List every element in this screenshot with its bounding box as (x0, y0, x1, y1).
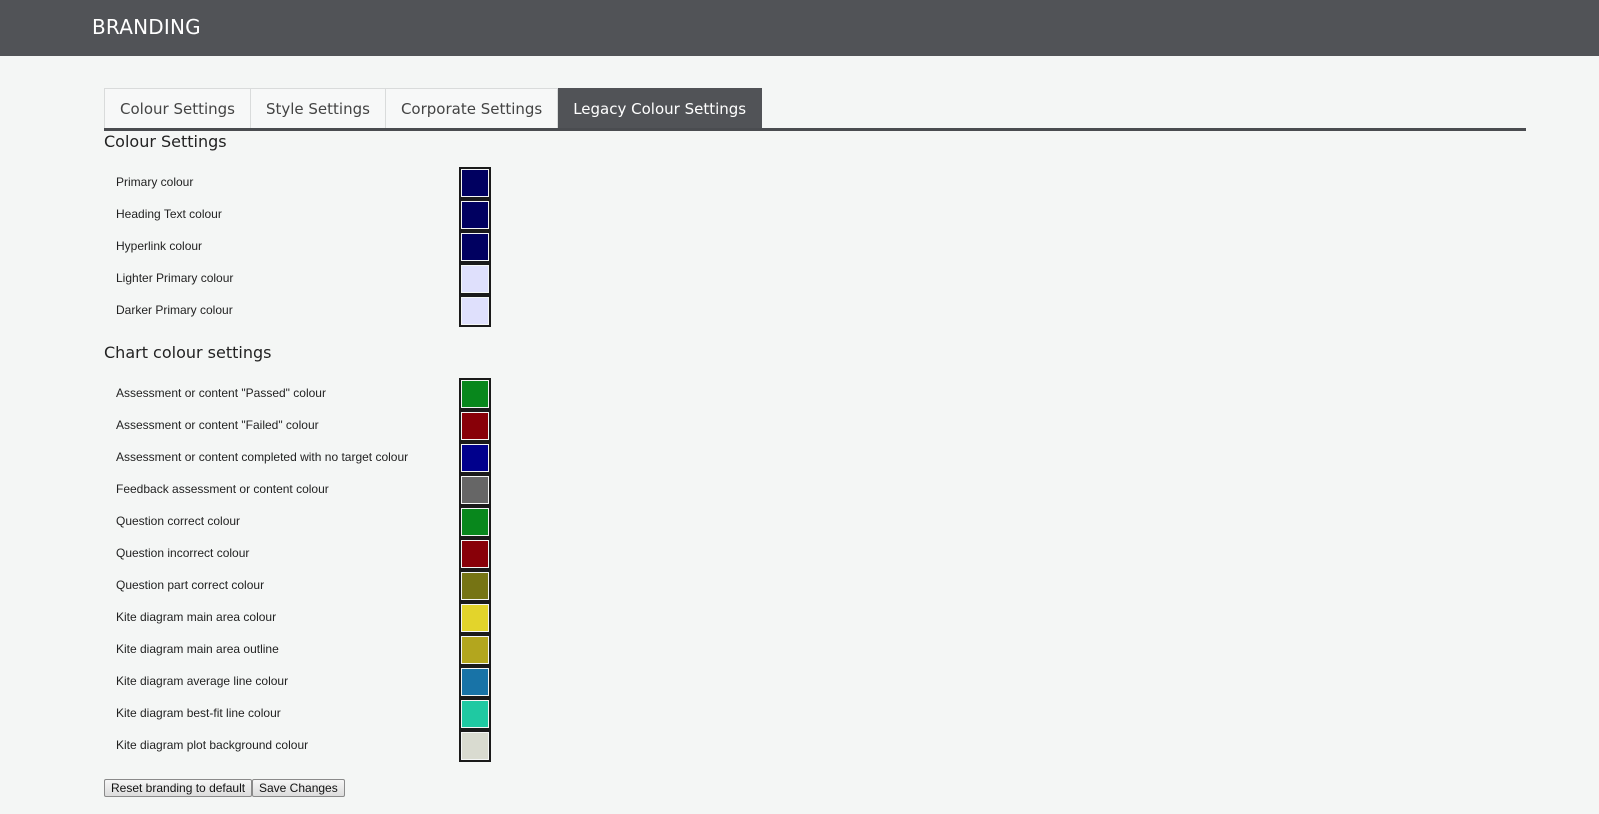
chart-row-failed: Assessment or content "Failed" colour (116, 410, 496, 442)
chart-row-label: Kite diagram main area outline (116, 642, 279, 656)
chart-row-label: Question part correct colour (116, 578, 265, 592)
chart-row-label: Question correct colour (116, 514, 241, 528)
colour-row-label: Lighter Primary colour (116, 271, 234, 285)
chart-row-label: Kite diagram best-fit line colour (116, 706, 281, 720)
chart-row-label: Kite diagram main area colour (116, 610, 277, 624)
tab-corporate-settings[interactable]: Corporate Settings (385, 88, 559, 128)
chart-row-feedback: Feedback assessment or content colour (116, 474, 496, 506)
chart-row-label: Kite diagram average line colour (116, 674, 289, 688)
chart-row-question-correct: Question correct colour (116, 506, 496, 538)
chart-row-passed: Assessment or content "Passed" colour (116, 378, 496, 410)
chart-swatch-no-target[interactable] (459, 442, 491, 474)
chart-row-label: Kite diagram plot background colour (116, 738, 309, 752)
chart-swatch-question-correct[interactable] (459, 506, 491, 538)
chart-row-kite-main-outline: Kite diagram main area outline (116, 634, 496, 666)
chart-swatch-feedback[interactable] (459, 474, 491, 506)
chart-row-kite-plot-background: Kite diagram plot background colour (116, 730, 496, 762)
colour-row-label: Primary colour (116, 175, 194, 189)
tab-underline (104, 128, 1526, 131)
chart-colour-settings-heading: Chart colour settings (104, 343, 272, 362)
colour-swatch-hyperlink[interactable] (459, 231, 491, 263)
chart-row-label: Assessment or content "Failed" colour (116, 418, 319, 432)
chart-row-question-part-correct: Question part correct colour (116, 570, 496, 602)
chart-row-label: Assessment or content "Passed" colour (116, 386, 326, 400)
chart-swatch-kite-main-area[interactable] (459, 602, 491, 634)
tab-bar: Colour Settings Style Settings Corporate… (104, 88, 763, 129)
header-bar: BRANDING (0, 0, 1599, 56)
colour-row-heading-text: Heading Text colour (116, 199, 496, 231)
colour-settings-heading: Colour Settings (104, 132, 227, 151)
chart-row-label: Feedback assessment or content colour (116, 482, 329, 496)
chart-swatch-failed[interactable] (459, 410, 491, 442)
chart-swatch-question-part-correct[interactable] (459, 570, 491, 602)
chart-swatch-kite-best-fit-line[interactable] (459, 698, 491, 730)
colour-row-darker-primary: Darker Primary colour (116, 295, 496, 327)
chart-row-kite-average-line: Kite diagram average line colour (116, 666, 496, 698)
tab-legacy-colour-settings[interactable]: Legacy Colour Settings (558, 88, 763, 128)
colour-row-label: Darker Primary colour (116, 303, 233, 317)
chart-row-label: Assessment or content completed with no … (116, 450, 409, 464)
chart-swatch-kite-main-outline[interactable] (459, 634, 491, 666)
chart-row-kite-main-area: Kite diagram main area colour (116, 602, 496, 634)
colour-swatch-heading-text[interactable] (459, 199, 491, 231)
page-title: BRANDING (92, 15, 201, 39)
save-changes-button[interactable]: Save Changes (252, 779, 345, 797)
chart-row-kite-best-fit-line: Kite diagram best-fit line colour (116, 698, 496, 730)
colour-row-hyperlink: Hyperlink colour (116, 231, 496, 263)
chart-swatch-kite-average-line[interactable] (459, 666, 491, 698)
chart-row-question-incorrect: Question incorrect colour (116, 538, 496, 570)
chart-row-no-target: Assessment or content completed with no … (116, 442, 496, 474)
colour-swatch-primary[interactable] (459, 167, 491, 199)
chart-swatch-passed[interactable] (459, 378, 491, 410)
tab-colour-settings[interactable]: Colour Settings (104, 88, 251, 128)
colour-row-lighter-primary: Lighter Primary colour (116, 263, 496, 295)
colour-swatch-lighter-primary[interactable] (459, 263, 491, 295)
tab-style-settings[interactable]: Style Settings (250, 88, 386, 128)
chart-row-label: Question incorrect colour (116, 546, 250, 560)
reset-branding-button[interactable]: Reset branding to default (104, 779, 253, 797)
chart-swatch-question-incorrect[interactable] (459, 538, 491, 570)
colour-row-label: Hyperlink colour (116, 239, 203, 253)
colour-row-label: Heading Text colour (116, 207, 222, 221)
colour-row-primary: Primary colour (116, 167, 496, 199)
colour-swatch-darker-primary[interactable] (459, 295, 491, 327)
chart-swatch-kite-plot-background[interactable] (459, 730, 491, 762)
